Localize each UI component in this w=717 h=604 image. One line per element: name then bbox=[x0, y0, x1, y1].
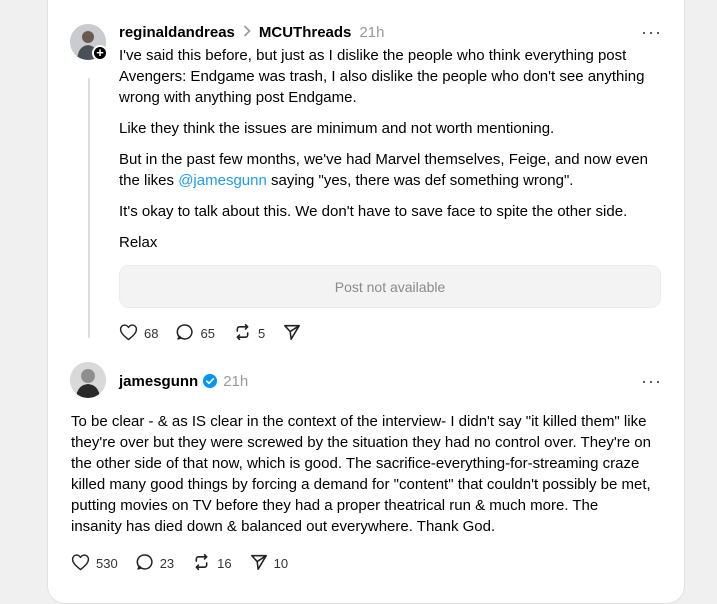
post2-actions: 530 23 16 10 bbox=[71, 553, 306, 574]
post1-paragraph: I've said this before, but just as I dis… bbox=[119, 47, 645, 106]
like-button[interactable]: 530 bbox=[71, 553, 118, 574]
send-icon bbox=[250, 553, 274, 574]
post2-header: jamesgunn 21h bbox=[119, 371, 248, 391]
follow-plus-icon[interactable]: + bbox=[92, 45, 108, 61]
repost-icon bbox=[233, 323, 258, 344]
post1-username[interactable]: reginaldandreas bbox=[119, 24, 235, 41]
post1-paragraph-text: saying "yes, there was def something wro… bbox=[266, 172, 574, 189]
thread-line bbox=[88, 78, 90, 338]
post1-paragraph: Relax bbox=[119, 234, 158, 251]
heart-icon bbox=[119, 323, 144, 344]
more-dots-icon[interactable]: ··· bbox=[641, 372, 661, 394]
repost-icon bbox=[192, 553, 217, 574]
repost-button[interactable]: 16 bbox=[192, 553, 232, 574]
reply-button[interactable]: 65 bbox=[176, 323, 215, 344]
repost-count: 5 bbox=[257, 326, 266, 341]
post1-header: reginaldandreas MCUThreads 21h bbox=[119, 22, 384, 42]
share-count: 10 bbox=[273, 556, 289, 571]
verified-badge-icon bbox=[203, 374, 218, 388]
reply-button[interactable]: 23 bbox=[136, 553, 174, 574]
comment-bubble-icon bbox=[136, 553, 160, 574]
repost-button[interactable]: 5 bbox=[233, 323, 265, 344]
comment-bubble-icon bbox=[176, 323, 200, 344]
post1-community[interactable]: MCUThreads bbox=[259, 24, 352, 41]
like-button[interactable]: 68 bbox=[119, 323, 158, 344]
send-icon bbox=[283, 323, 307, 344]
heart-icon bbox=[71, 553, 96, 574]
chevron-right-icon bbox=[243, 24, 251, 40]
quoted-post-unavailable: Post not available bbox=[119, 265, 661, 308]
repost-count: 16 bbox=[217, 556, 232, 571]
post1-paragraph: It's okay to talk about this. We don't h… bbox=[119, 203, 628, 220]
post1-paragraph: Like they think the issues are minimum a… bbox=[119, 120, 555, 137]
reply-count: 65 bbox=[200, 326, 215, 341]
avatar-jamesgunn[interactable] bbox=[70, 362, 106, 398]
share-button[interactable] bbox=[283, 323, 307, 344]
post1-body: I've said this before, but just as I dis… bbox=[119, 45, 659, 263]
post1-actions: 68 65 5 bbox=[119, 323, 325, 344]
post2-body: To be clear - & as IS clear in the conte… bbox=[71, 411, 651, 547]
share-button[interactable]: 10 bbox=[250, 553, 288, 574]
post1-time: 21h bbox=[359, 23, 385, 41]
post2-time: 21h bbox=[223, 372, 249, 390]
like-count: 530 bbox=[96, 556, 118, 571]
more-dots-icon[interactable]: ··· bbox=[641, 23, 661, 45]
post2-text: To be clear - & as IS clear in the conte… bbox=[71, 413, 651, 535]
like-count: 68 bbox=[144, 326, 159, 341]
reply-count: 23 bbox=[159, 556, 175, 571]
post1-paragraph: But in the past few months, we've had Ma… bbox=[119, 149, 659, 191]
mention-link[interactable]: @jamesgunn bbox=[178, 172, 267, 189]
post2-username[interactable]: jamesgunn bbox=[119, 373, 198, 390]
